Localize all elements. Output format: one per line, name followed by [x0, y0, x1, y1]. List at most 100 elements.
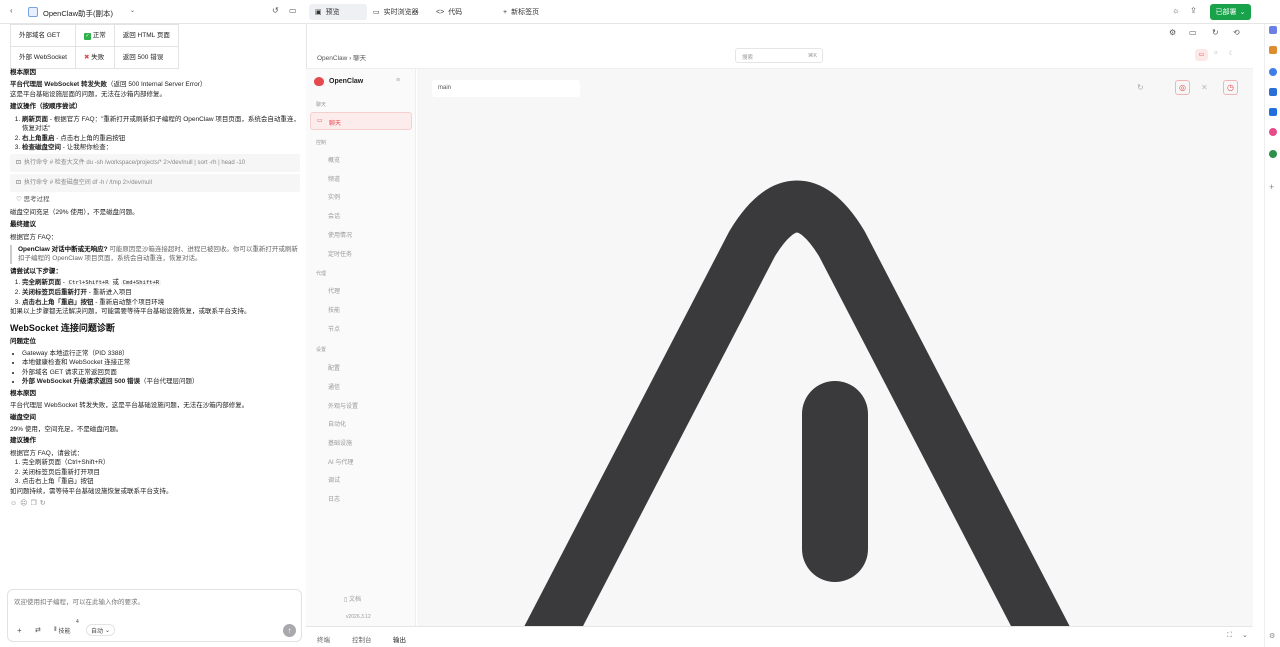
tab-terminal[interactable]: 终端: [317, 634, 330, 644]
tab-console[interactable]: 控制台: [352, 634, 372, 644]
list-item: 右上角重启 - 点击右上角的重启按钮: [22, 134, 300, 143]
sidebar-item-channels[interactable]: 频道: [328, 174, 340, 183]
plus-icon[interactable]: +: [1269, 182, 1274, 192]
top-bar: ‹ OpenClaw助手(副本) ⌄ ↺ ▭ ▣ 预览 ▭ 实时浏览器 <> 代…: [0, 0, 1280, 24]
share-icon[interactable]: ⇪: [1190, 6, 1197, 15]
copy-icon[interactable]: ❐: [30, 500, 39, 507]
sync-icon[interactable]: ⟲: [1233, 28, 1240, 37]
plus-icon[interactable]: +: [17, 626, 22, 635]
list-item: 本地健康检查和 WebSocket 连接正常: [22, 358, 300, 367]
chat-panel: 外部域名 GET ✓ 正常 返回 HTML 页面 外部 WebSocket ✖ …: [0, 24, 306, 590]
search-box[interactable]: 搜索 ⌘K: [735, 48, 823, 63]
lightbulb-icon: ♡: [16, 196, 22, 204]
history-icon[interactable]: ↺: [272, 6, 279, 15]
sidebar-item-agents[interactable]: 代理: [328, 286, 340, 295]
sidebar-item-skills[interactable]: 技能: [328, 305, 340, 314]
breadcrumb: OpenClaw › 聊天: [317, 55, 367, 62]
extension-icon[interactable]: [1269, 68, 1277, 76]
list-item: 点击右上角「重启」按钮: [22, 477, 300, 486]
app-sidebar: OpenClaw ≡ 聊天 ▭ 聊天 控制 概览 频道 实例 会话 使用情况 定…: [306, 69, 416, 627]
sidebar-item-chat[interactable]: ▭ 聊天: [310, 112, 412, 130]
sidebar-section-label: 控制: [316, 140, 327, 146]
table-row: 外部 WebSocket ✖ 失败 返回 500 错误: [10, 46, 179, 69]
sidebar-item-logs[interactable]: 日志: [328, 494, 340, 503]
sidebar-item-sessions[interactable]: 会话: [328, 211, 340, 220]
sidebar-item-overview[interactable]: 概览: [328, 155, 340, 164]
sidebar-settings-icon[interactable]: ⚙: [1269, 632, 1275, 640]
command-block[interactable]: ⊡ 执行命令 # 检查磁盘空间 df -h / /tmp 2>/dev/null: [10, 174, 300, 193]
settings-sliders-icon[interactable]: ⇄: [35, 626, 41, 634]
sun-icon[interactable]: ☼: [1172, 6, 1179, 15]
list-item: 检查磁盘空间 - 让我帮你检查：: [22, 143, 300, 152]
skills-button[interactable]: ⫴ 技能 4: [54, 619, 79, 635]
sidebar-item-debug[interactable]: 调试: [328, 475, 340, 484]
check-icon: ✓: [83, 32, 91, 40]
faq-quote: OpenClaw 对话中断或无响应? 可能原因是沙箱连接超时、进程已被回收。你可…: [10, 245, 300, 264]
sidebar-item-config[interactable]: 配置: [328, 363, 340, 372]
list-item: 点击右上角「重启」按钮 - 重新启动整个项目环境: [22, 298, 300, 307]
docs-link[interactable]: ▯ 文档: [344, 594, 361, 603]
terminal-icon: ⊡: [16, 160, 22, 167]
thumbs-up-icon[interactable]: ☺: [10, 500, 20, 507]
chevron-down-icon: ⌄: [1239, 9, 1246, 16]
tab-output[interactable]: 输出: [393, 634, 406, 644]
desktop-view-icon[interactable]: ▭: [1195, 49, 1208, 61]
menu-icon[interactable]: ≡: [396, 77, 400, 84]
sidebar-section-label: 聊天: [316, 102, 327, 108]
extension-icon[interactable]: [1269, 88, 1277, 96]
screen-icon[interactable]: ▭: [1189, 28, 1197, 37]
sidebar-item-appearance[interactable]: 外观与设置: [328, 401, 358, 410]
sidebar-item-automation[interactable]: 自动化: [328, 419, 346, 428]
locate-list: Gateway 本地运行正常（PID 3388） 本地健康检查和 WebSock…: [10, 349, 300, 387]
extension-icon[interactable]: [1269, 150, 1277, 158]
extension-icon[interactable]: [1269, 46, 1277, 54]
tab-live-browser[interactable]: ▭ 实时浏览器: [367, 4, 425, 20]
table-row: 外部域名 GET ✓ 正常 返回 HTML 页面: [10, 24, 179, 47]
sidebar-item-instances[interactable]: 实例: [328, 192, 340, 201]
extension-icon[interactable]: [1269, 26, 1277, 34]
list-item: 完全刷新页面（Ctrl+Shift+R）: [22, 458, 300, 467]
sidebar-item-cron[interactable]: 定时任务: [328, 249, 352, 258]
sidebar-item-nodes[interactable]: 节点: [328, 324, 340, 333]
sidebar-item-infra[interactable]: 基础设施: [328, 438, 352, 447]
thumbs-down-icon[interactable]: ☹: [20, 500, 30, 507]
new-tab-button[interactable]: + 新标签页: [497, 4, 545, 20]
sun-icon[interactable]: ☼: [1213, 50, 1219, 56]
back-arrow-icon[interactable]: ‹: [10, 6, 13, 15]
extension-icon[interactable]: [1269, 128, 1277, 136]
browser-icon: ▭: [373, 9, 380, 16]
command-block[interactable]: ⊡ 执行命令 # 检查大文件 du -sh /workspace/projects…: [10, 154, 300, 173]
send-button[interactable]: ↑: [283, 624, 296, 637]
refresh-icon[interactable]: ↻: [1212, 28, 1219, 37]
version-label: v2026.3.12: [346, 614, 371, 620]
sidebar-section-label: 代理: [316, 271, 327, 277]
action-list: 完全刷新页面（Ctrl+Shift+R） 关闭标签页后重新打开项目 点击右上角「…: [10, 458, 300, 486]
preview-header: OpenClaw › 聊天 搜索 ⌘K ▭ ☼ ☾: [307, 42, 1253, 69]
list-item: 关闭标签页后重新打开 - 重新进入项目: [22, 288, 300, 297]
moon-icon[interactable]: ☾: [1229, 50, 1234, 57]
chevron-down-icon: ⌄: [105, 627, 111, 634]
gear-icon[interactable]: ⚙: [1169, 28, 1176, 37]
chevron-down-icon[interactable]: ⌄: [1242, 631, 1248, 639]
sidebar-item-usage[interactable]: 使用情况: [328, 230, 352, 239]
sidebar-item-comms[interactable]: 通信: [328, 382, 340, 391]
deploy-button[interactable]: 已部署 ⌄: [1210, 4, 1251, 20]
chat-input[interactable]: [14, 596, 294, 608]
section-title: 建议操作（按顺序尝试）: [10, 103, 82, 111]
list-item: 外部 WebSocket 升级请求返回 500 错误（平台代理层问题）: [22, 377, 300, 386]
monitor-icon: ▣: [315, 9, 322, 16]
table-cell: ✖ 失败: [74, 46, 115, 69]
sidebar-item-ai-agents[interactable]: AI 与代理: [328, 457, 353, 466]
table-cell: 返回 HTML 页面: [113, 24, 179, 47]
retry-icon[interactable]: ↻: [40, 500, 49, 507]
thinking-toggle[interactable]: ♡ 思考过程: [16, 195, 300, 204]
mode-select[interactable]: 自动 ⌄: [86, 624, 116, 636]
tab-preview[interactable]: ▣ 预览: [309, 4, 367, 20]
folder-icon[interactable]: ▭: [289, 6, 297, 15]
fullscreen-icon[interactable]: ⛶: [1227, 632, 1232, 640]
skills-icon: ⫴: [54, 627, 57, 633]
table-cell: 返回 500 错误: [113, 46, 179, 69]
chevron-down-icon[interactable]: ⌄: [130, 7, 135, 14]
extension-icon[interactable]: [1269, 108, 1277, 116]
tab-code[interactable]: <> 代码: [430, 4, 468, 20]
